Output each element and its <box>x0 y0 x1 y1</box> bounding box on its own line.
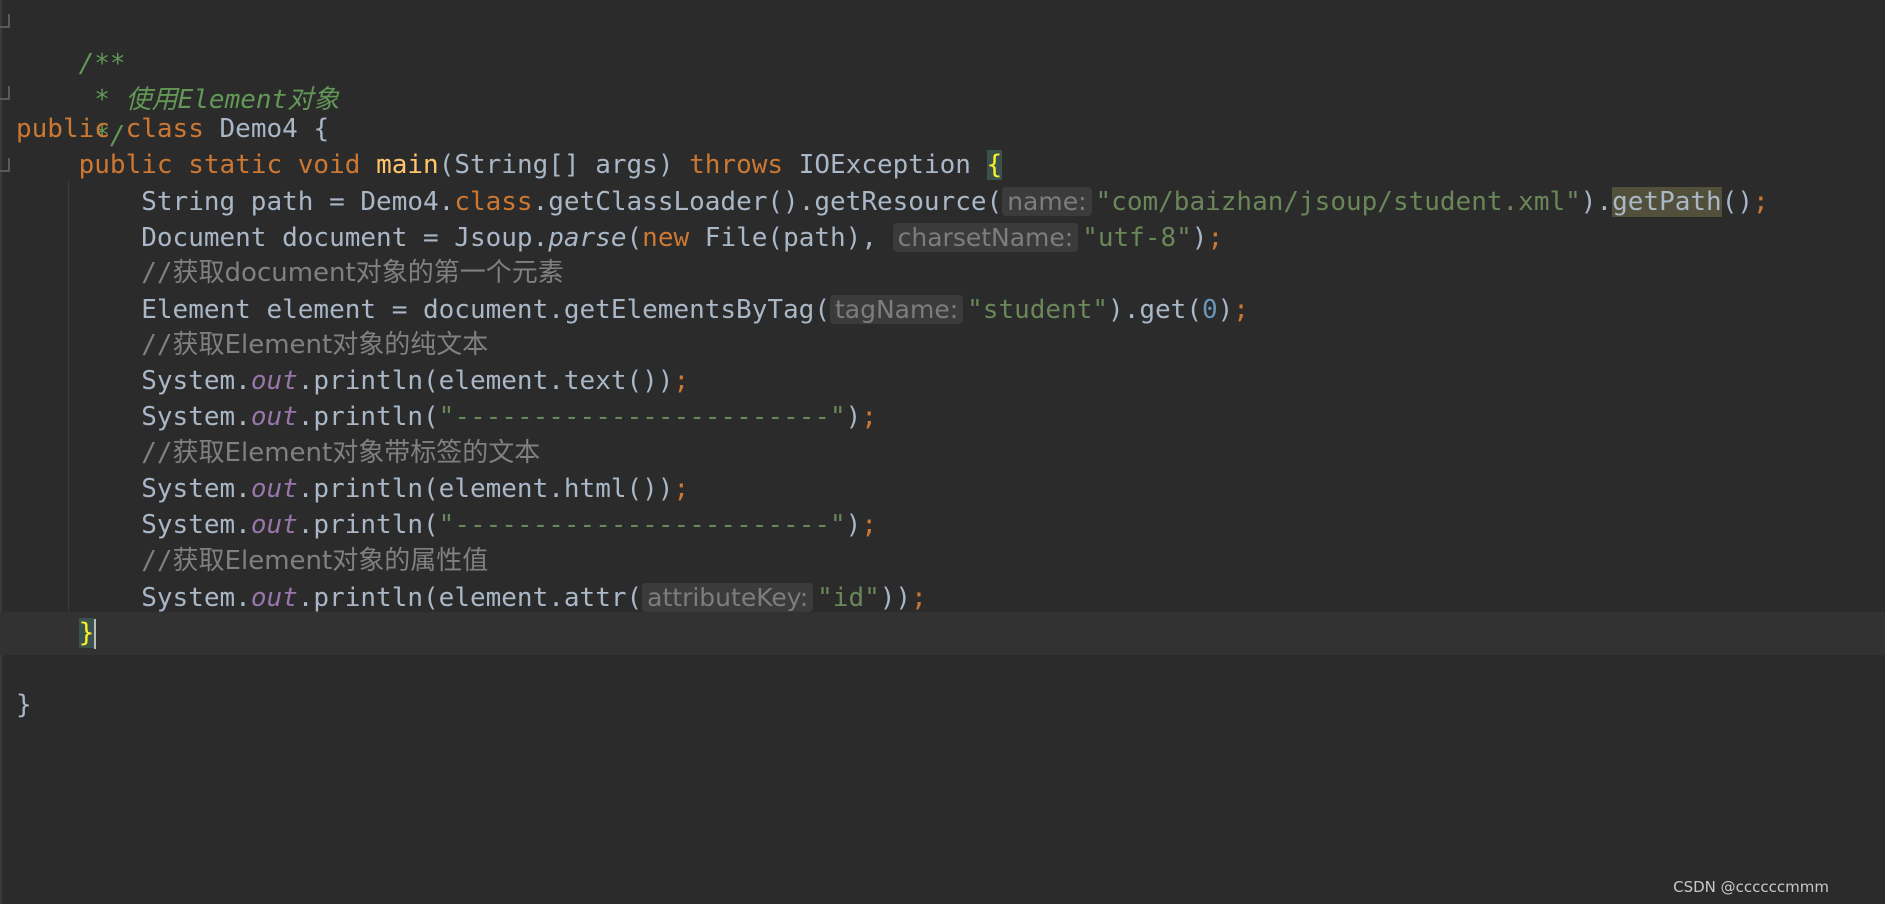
matched-brace: { <box>986 150 1003 180</box>
code-text: ).get( <box>1108 295 1202 325</box>
keyword: new <box>642 223 690 253</box>
code-text: .getClassLoader().getResource( <box>532 187 1003 217</box>
code-editor[interactable]: /** * 使用Element对象 */ public class Demo4 … <box>0 0 1885 904</box>
highlighted-usage: getPath <box>1612 187 1722 217</box>
fold-marker-icon[interactable] <box>0 14 10 28</box>
code-text: System. <box>141 366 251 396</box>
static-field: out <box>250 366 298 396</box>
gutter <box>0 0 2 904</box>
code-line-20[interactable]: } <box>16 684 32 727</box>
exception-type: IOException <box>798 150 971 180</box>
string-literal: "id" <box>817 583 880 613</box>
code-text: () <box>1721 187 1753 217</box>
code-text: ). <box>1580 187 1613 217</box>
keyword: static <box>188 150 283 180</box>
code-text: File(path), <box>704 223 877 253</box>
string-literal: "utf-8" <box>1082 223 1192 253</box>
code-text: System. <box>141 402 251 432</box>
static-method: parse <box>548 223 627 253</box>
code-text: ) <box>1191 223 1208 253</box>
semicolon: ; <box>673 474 690 504</box>
code-text: ) <box>845 402 862 432</box>
fold-marker-icon[interactable] <box>0 158 10 172</box>
brace: { <box>313 114 330 144</box>
parameter-hint: tagName: <box>829 295 964 324</box>
string-literal: "com/baizhan/jsoup/student.xml" <box>1095 187 1581 217</box>
brace: } <box>16 690 32 720</box>
comment: // <box>141 546 173 576</box>
code-text: System. <box>141 510 251 540</box>
code-text: ) <box>1217 295 1234 325</box>
semicolon: ; <box>1207 223 1224 253</box>
code-text: .println(element.html()) <box>297 474 674 504</box>
keyword: class <box>125 114 204 144</box>
static-field: out <box>250 583 298 613</box>
code-line-18-current[interactable]: } <box>0 612 1885 655</box>
keyword: public <box>16 114 110 144</box>
semicolon: ; <box>1233 295 1249 325</box>
method-name: main <box>376 150 439 180</box>
comment: // <box>141 258 173 288</box>
comment: // <box>141 438 173 468</box>
comment-text: 获取Element对象的纯文本 <box>172 330 489 360</box>
keyword: class <box>454 187 533 217</box>
matched-brace: } <box>78 618 95 648</box>
number-literal: 0 <box>1201 295 1218 325</box>
string-literal: "------------------------" <box>438 402 846 432</box>
keyword: throws <box>689 150 784 180</box>
watermark: CSDN @ccccccmmm <box>1673 878 1829 896</box>
semicolon: ; <box>861 402 877 432</box>
static-field: out <box>250 474 298 504</box>
fold-marker-icon[interactable] <box>0 86 10 100</box>
code-text: ( <box>626 223 643 253</box>
comment-text: 获取Element对象带标签的文本 <box>172 438 541 468</box>
code-text: .println( <box>297 510 439 540</box>
code-text: .println(element.attr( <box>297 583 643 613</box>
comment-text: 获取Element对象的属性值 <box>172 546 489 576</box>
string-literal: "student" <box>967 295 1109 325</box>
text-caret <box>94 618 97 649</box>
parameter-hint: charsetName: <box>892 223 1079 252</box>
class-name: Demo4 <box>219 114 298 144</box>
semicolon: ; <box>673 366 690 396</box>
semicolon: ; <box>1753 187 1769 217</box>
code-text: System. <box>141 474 251 504</box>
parameter-hint: attributeKey: <box>642 583 814 612</box>
code-text: Document document = Jsoup. <box>141 223 549 253</box>
static-field: out <box>250 510 298 540</box>
code-text: .println(element.text()) <box>297 366 674 396</box>
code-text: ) <box>845 510 862 540</box>
semicolon: ; <box>911 583 927 613</box>
code-text: System. <box>141 583 251 613</box>
keyword: public <box>78 150 173 180</box>
comment-text: 获取document对象的第一个元素 <box>172 258 564 288</box>
string-literal: "------------------------" <box>438 510 846 540</box>
static-field: out <box>250 402 298 432</box>
comment: // <box>141 330 173 360</box>
code-text: )) <box>879 583 912 613</box>
code-text: Element element = document.getElementsBy… <box>141 295 830 325</box>
code-text: .println( <box>297 402 439 432</box>
parameter-hint: name: <box>1002 187 1092 216</box>
keyword: void <box>297 150 361 180</box>
method-params: (String[] args) <box>438 150 674 180</box>
semicolon: ; <box>861 510 877 540</box>
code-text: String path = Demo4. <box>141 187 455 217</box>
